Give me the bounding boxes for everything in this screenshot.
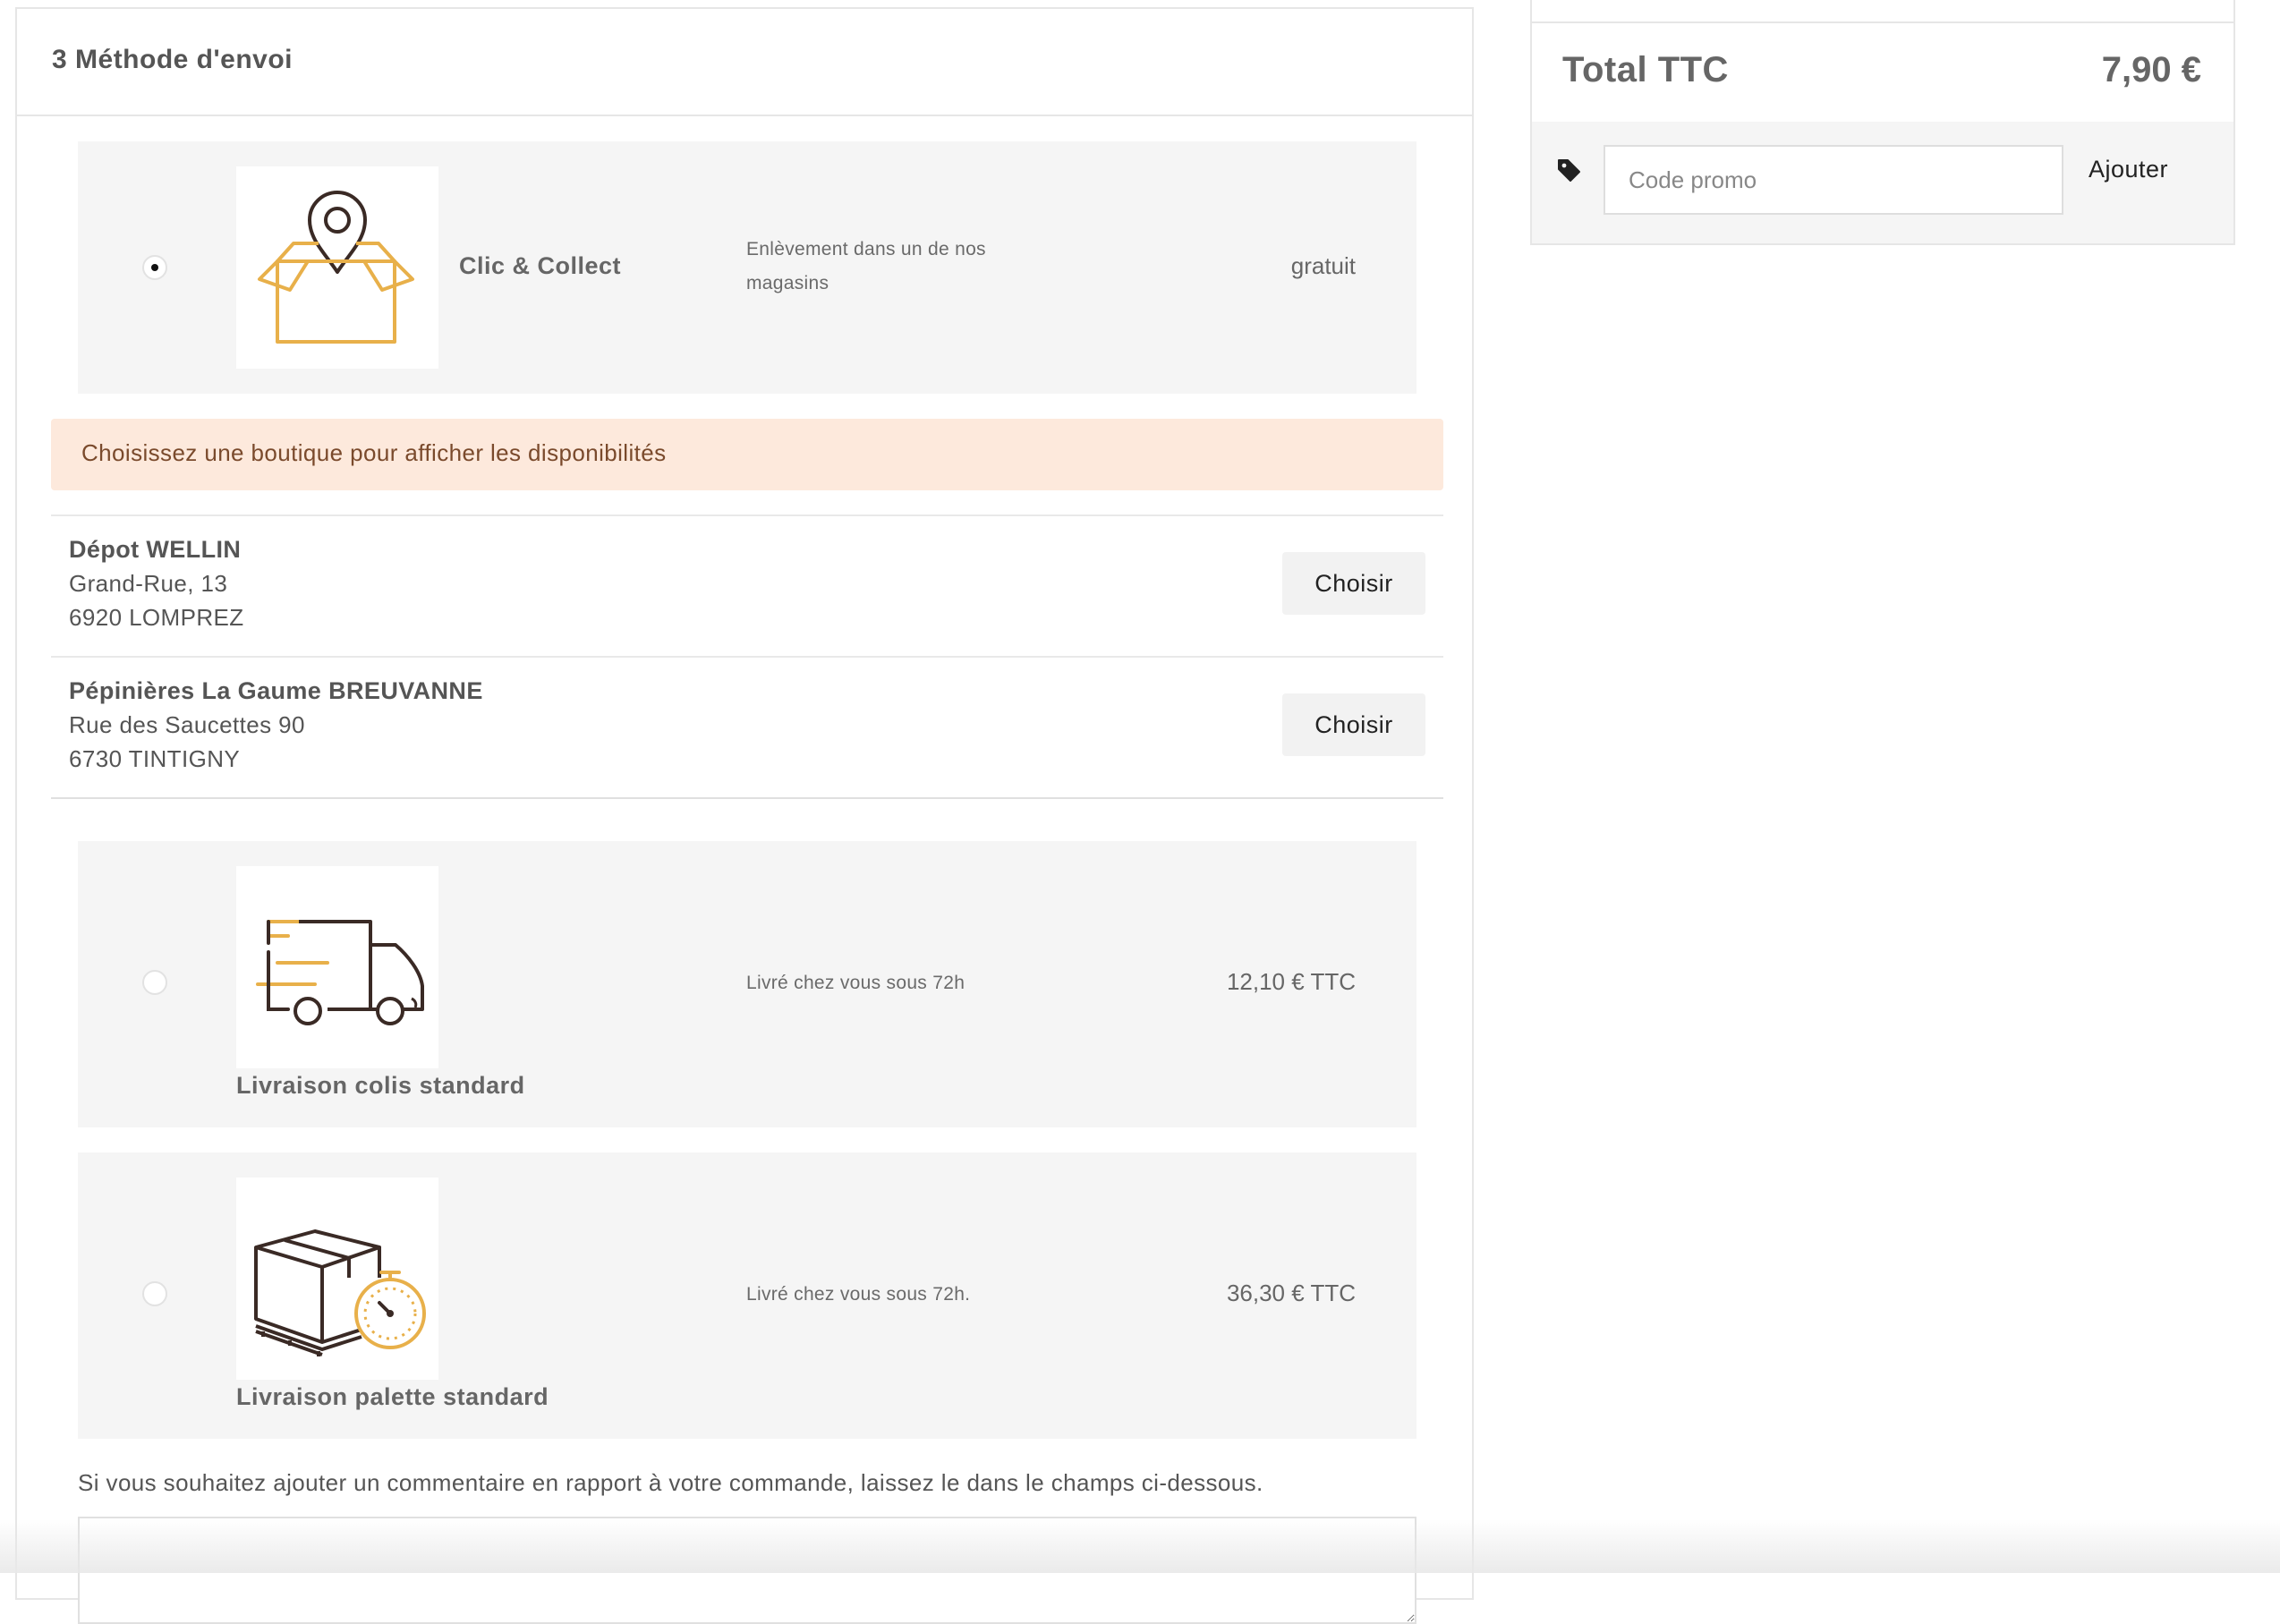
comment-instructions: Si vous souhaitez ajouter un commentaire… (78, 1469, 1263, 1496)
store-name: Dépot WELLIN (69, 536, 242, 563)
radio-palette-standard[interactable] (142, 1281, 167, 1306)
method-name: Livraison colis standard (236, 1072, 525, 1099)
tag-icon (1558, 159, 1580, 182)
store-city: 6730 TINTIGNY (69, 745, 241, 772)
method-price: 12,10 € TTC (1226, 968, 1356, 995)
choose-store-button[interactable]: Choisir (1282, 693, 1425, 756)
order-summary-panel: Total TTC 7,90 € Ajouter (1530, 0, 2235, 245)
store-row-breuvanne: Pépinières La Gaume BREUVANNE Rue des Sa… (51, 656, 1443, 799)
pallet-box-timer-icon (236, 1178, 438, 1380)
method-price: 36,30 € TTC (1226, 1280, 1356, 1306)
total-row: Total TTC 7,90 € (1532, 21, 2233, 123)
method-description: Livré chez vous sous 72h (746, 973, 966, 993)
store-row-wellin: Dépot WELLIN Grand-Rue, 13 6920 LOMPREZ … (51, 514, 1443, 656)
promo-code-area: Ajouter (1532, 122, 2233, 243)
radio-colis-standard[interactable] (142, 970, 167, 995)
method-name: Clic & Collect (459, 252, 622, 279)
radio-clic-collect[interactable] (142, 255, 167, 280)
box-location-pin-icon (236, 166, 438, 369)
store-street: Rue des Saucettes 90 (69, 711, 305, 738)
alert-text: Choisissez une boutique pour afficher le… (81, 439, 667, 466)
shipping-method-panel: 3 Méthode d'envoi Clic & Collect Enlèvem… (15, 7, 1474, 1624)
store-city: 6920 LOMPREZ (69, 604, 244, 631)
apply-promo-button[interactable]: Ajouter (2089, 156, 2168, 183)
promo-code-input[interactable] (1604, 145, 2063, 215)
method-price: gratuit (1290, 252, 1356, 279)
bottom-fade (0, 1519, 2280, 1573)
method-description: Enlèvement dans un de nos magasins (746, 239, 986, 293)
store-availability-alert: Choisissez une boutique pour afficher le… (51, 419, 1443, 490)
method-name: Livraison palette standard (236, 1383, 549, 1410)
panel-title: 3 Méthode d'envoi (52, 45, 293, 74)
store-name: Pépinières La Gaume BREUVANNE (69, 677, 483, 704)
method-card-clic-collect[interactable]: Clic & Collect Enlèvement dans un de nos… (78, 141, 1416, 394)
total-value: 7,90 € (2101, 50, 2201, 89)
method-card-colis-standard[interactable]: Livraison colis standard Livré chez vous… (78, 841, 1416, 1127)
store-street: Grand-Rue, 13 (69, 570, 228, 597)
method-card-palette-standard[interactable]: Livraison palette standard Livré chez vo… (78, 1152, 1416, 1439)
method-description: Livré chez vous sous 72h. (746, 1284, 971, 1305)
choose-store-button[interactable]: Choisir (1282, 552, 1425, 615)
delivery-truck-icon (236, 866, 438, 1068)
total-label: Total TTC (1562, 50, 1729, 89)
panel-header: 3 Méthode d'envoi (17, 9, 1472, 116)
